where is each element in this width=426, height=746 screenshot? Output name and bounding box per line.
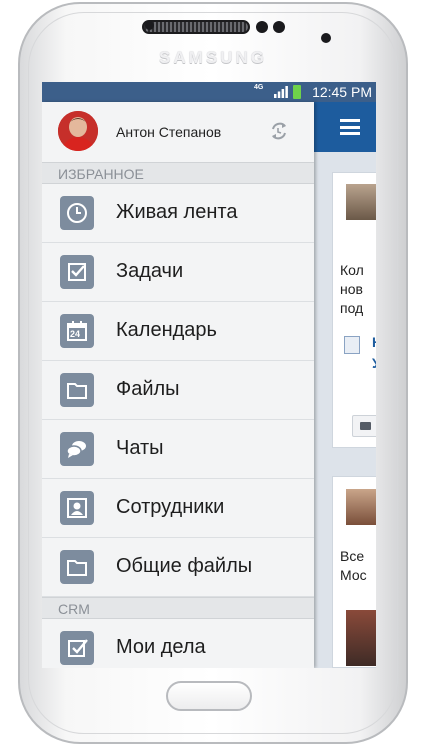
- comment-button[interactable]: [352, 415, 376, 437]
- attachment-link[interactable]: У: [372, 355, 376, 371]
- drawer-item-label: Общие файлы: [116, 555, 253, 577]
- drawer-item-label: Файлы: [116, 378, 180, 400]
- navigation-drawer: Антон Степанов ИЗБРАННОЕ Живая лента Зад…: [42, 102, 314, 668]
- document-icon: [344, 336, 360, 354]
- author-avatar: [346, 610, 376, 666]
- drawer-item-label: Календарь: [116, 319, 217, 341]
- activity-icon: [60, 631, 94, 665]
- sensor-dot: [273, 21, 285, 33]
- section-header-crm: CRM: [42, 597, 314, 619]
- home-button[interactable]: [166, 681, 252, 711]
- user-name: Антон Степанов: [116, 124, 222, 140]
- front-camera: [321, 33, 331, 43]
- folder-icon: [60, 373, 94, 407]
- author-avatar: [346, 489, 376, 525]
- status-bar: 4G 12:45 PM: [42, 82, 376, 102]
- drawer-item-live-feed[interactable]: Живая лента: [42, 184, 314, 243]
- section-header-favorites: ИЗБРАННОЕ: [42, 162, 314, 184]
- checkbox-icon: [60, 255, 94, 289]
- battery-icon: [293, 85, 301, 99]
- chat-icon: [60, 432, 94, 466]
- drawer-item-chats[interactable]: Чаты: [42, 420, 314, 479]
- brand-logo: SAMSUNG: [159, 48, 267, 67]
- avatar[interactable]: [58, 111, 98, 151]
- post-text-line: под: [340, 300, 364, 316]
- post-text-line: нов: [340, 281, 363, 297]
- drawer-item-label: Мои дела: [116, 636, 206, 658]
- calendar-day: 24: [70, 329, 81, 339]
- sync-icon[interactable]: [268, 120, 290, 142]
- earpiece-speaker: [142, 20, 250, 34]
- post-text-line: Кол: [340, 262, 364, 278]
- drawer-item-files[interactable]: Файлы: [42, 361, 314, 420]
- employees-icon: [60, 491, 94, 525]
- clock: 12:45 PM: [312, 84, 372, 100]
- drawer-item-label: Чаты: [116, 437, 164, 459]
- drawer-item-my-activities[interactable]: Мои дела: [42, 619, 314, 668]
- folder-icon: [60, 550, 94, 584]
- sensor-dot: [145, 21, 154, 30]
- post-text-line: Все: [340, 548, 365, 564]
- menu-icon[interactable]: [340, 119, 360, 135]
- drawer-item-employees[interactable]: Сотрудники: [42, 479, 314, 538]
- drawer-item-shared-files[interactable]: Общие файлы: [42, 538, 314, 597]
- drawer-item-calendar[interactable]: 24 Календарь: [42, 302, 314, 361]
- calendar-icon: 24: [60, 314, 94, 348]
- drawer-item-tasks[interactable]: Задачи: [42, 243, 314, 302]
- network-type: 4G: [254, 84, 264, 91]
- screen: 4G 12:45 PM Кол нов под Н У Все Мос: [42, 82, 376, 668]
- author-avatar: [346, 184, 376, 220]
- attachment-link[interactable]: Н: [372, 334, 376, 350]
- signal-icon: [274, 86, 288, 98]
- profile-header[interactable]: Антон Степанов: [42, 102, 314, 162]
- sensor-dot: [256, 21, 268, 33]
- post-text-line: Мос: [340, 567, 367, 583]
- clock-icon: [60, 196, 94, 230]
- drawer-item-label: Задачи: [116, 260, 184, 282]
- drawer-item-label: Сотрудники: [116, 496, 225, 518]
- drawer-item-label: Живая лента: [116, 201, 238, 223]
